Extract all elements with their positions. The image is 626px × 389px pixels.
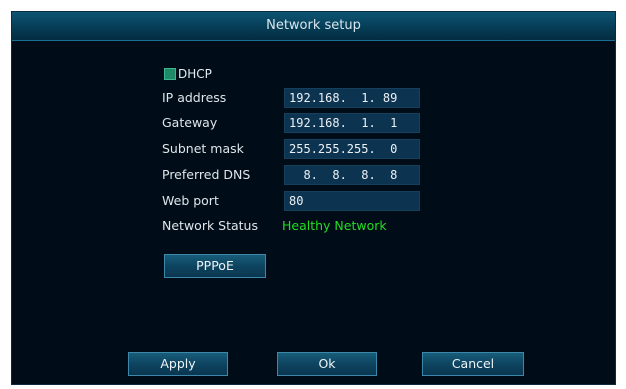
- dhcp-option[interactable]: DHCP: [164, 66, 212, 82]
- network-status-label: Network Status: [162, 218, 258, 233]
- dhcp-label: DHCP: [178, 67, 212, 81]
- network-setup-dialog: Network setup DHCP IP address 192.168. 1…: [11, 11, 616, 385]
- ok-button[interactable]: Ok: [277, 352, 377, 376]
- ip-address-label: IP address: [162, 90, 227, 105]
- subnet-mask-label: Subnet mask: [162, 141, 244, 156]
- gateway-input[interactable]: 192.168. 1. 1: [284, 113, 420, 133]
- dialog-title: Network setup: [12, 12, 615, 41]
- gateway-label: Gateway: [162, 115, 218, 130]
- preferred-dns-label: Preferred DNS: [162, 167, 251, 182]
- ip-address-input[interactable]: 192.168. 1. 89: [284, 88, 420, 108]
- subnet-mask-input[interactable]: 255.255.255. 0: [284, 139, 420, 159]
- web-port-label: Web port: [162, 193, 219, 208]
- dhcp-checkbox[interactable]: [164, 68, 176, 80]
- cancel-button[interactable]: Cancel: [422, 352, 524, 376]
- apply-button[interactable]: Apply: [128, 352, 228, 376]
- preferred-dns-input[interactable]: 8. 8. 8. 8: [284, 165, 420, 185]
- pppoe-button[interactable]: PPPoE: [164, 254, 266, 278]
- web-port-input[interactable]: 80: [284, 191, 420, 211]
- network-status-value: Healthy Network: [282, 218, 387, 233]
